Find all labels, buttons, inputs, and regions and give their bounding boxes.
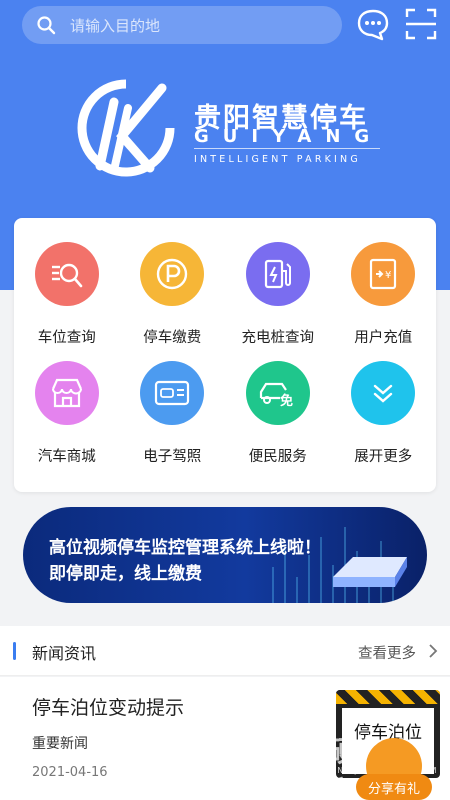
- service-label: 停车缴费: [143, 330, 202, 346]
- search-bar[interactable]: 请输入目的地: [22, 6, 342, 44]
- space-search-icon: [34, 242, 99, 306]
- promo-banner[interactable]: 高位视频停车监控管理系统上线啦！ 即停即走，线上缴费: [23, 507, 427, 603]
- news-tag: 重要新闻: [32, 736, 88, 752]
- banner-subline: 即停即走，线上缴费: [49, 564, 202, 584]
- brand-divider: [194, 148, 380, 149]
- car-free-icon: 免: [245, 361, 310, 425]
- service-label: 汽车商城: [37, 449, 96, 465]
- section-accent-bar: [13, 642, 16, 660]
- service-expand-more[interactable]: 展开更多: [331, 361, 437, 466]
- service-charging-search[interactable]: 充电桩查询: [225, 242, 331, 347]
- service-label: 电子驾照: [143, 449, 202, 465]
- search-input[interactable]: 请输入目的地: [70, 15, 160, 36]
- share-gift-button[interactable]: 分享有礼: [356, 738, 432, 800]
- expand-more-icon: [351, 361, 416, 425]
- service-label: 车位查询: [37, 330, 96, 346]
- license-card-icon: [140, 361, 205, 425]
- service-grid: 车位查询 停车缴费 充电桩查询 ¥ 用户充值 汽车商城 电子驾照 免 便民服务 …: [14, 242, 436, 466]
- charging-pile-icon: [245, 242, 310, 306]
- banner-headline: 高位视频停车监控管理系统上线啦！: [49, 538, 321, 558]
- service-car-shop[interactable]: 汽车商城: [14, 361, 120, 466]
- parking-p-icon: [140, 242, 205, 306]
- service-parking-pay[interactable]: 停车缴费: [120, 242, 226, 347]
- service-label: 充电桩查询: [241, 330, 315, 346]
- brand-logo: 贵阳智慧停车 GUIYANG INTELLIGENT PARKING: [70, 78, 390, 178]
- news-section-title: 新闻资讯: [32, 644, 97, 663]
- brand-name-en: GUIYANG: [194, 126, 384, 147]
- view-more-link[interactable]: 查看更多: [358, 642, 416, 663]
- recharge-icon: ¥: [351, 242, 416, 306]
- svg-text:免: 免: [280, 393, 293, 408]
- chat-bubble-icon[interactable]: [356, 6, 390, 42]
- hazard-stripe: [336, 690, 440, 704]
- chevron-right-icon[interactable]: [428, 644, 438, 658]
- service-e-license[interactable]: 电子驾照: [120, 361, 226, 466]
- service-recharge[interactable]: ¥ 用户充值: [331, 242, 437, 347]
- service-convenience[interactable]: 免 便民服务: [225, 361, 331, 466]
- news-title: 停车泊位变动提示: [32, 697, 185, 719]
- service-label: 展开更多: [354, 449, 413, 465]
- news-section-header: 新闻资讯 查看更多: [0, 626, 450, 676]
- svg-text:¥: ¥: [385, 270, 391, 281]
- service-label: 便民服务: [248, 449, 307, 465]
- share-label: 分享有礼: [356, 774, 432, 800]
- news-date: 2021-04-16: [32, 765, 108, 780]
- service-grid-card: 车位查询 停车缴费 充电桩查询 ¥ 用户充值 汽车商城 电子驾照 免 便民服务 …: [14, 218, 436, 492]
- scan-icon[interactable]: [404, 6, 438, 42]
- service-space-search[interactable]: 车位查询: [14, 242, 120, 347]
- search-icon: [37, 16, 56, 35]
- shop-icon: [34, 361, 99, 425]
- brand-tagline: INTELLIGENT PARKING: [194, 154, 361, 165]
- service-label: 用户充值: [354, 330, 413, 346]
- brand-mark-icon: [77, 79, 175, 177]
